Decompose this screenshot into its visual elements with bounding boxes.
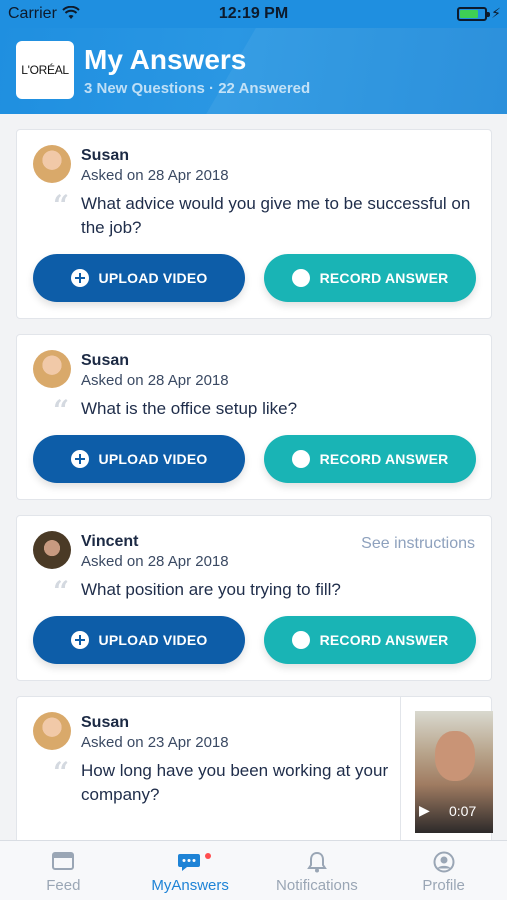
quote-icon: “ <box>53 756 70 789</box>
record-icon <box>291 450 310 468</box>
avatar <box>33 712 71 750</box>
tab-myanswers[interactable]: MyAnswers <box>127 841 254 900</box>
quote-icon: “ <box>53 189 70 222</box>
question-card: Susan Asked on 28 Apr 2018 “ What advice… <box>16 129 492 319</box>
asker-name: Vincent <box>81 533 139 550</box>
play-icon: ▶ <box>419 802 430 818</box>
avatar <box>33 145 71 183</box>
tab-notifications[interactable]: Notifications <box>254 841 381 900</box>
upload-video-button[interactable]: UPLOAD VIDEO <box>33 254 245 302</box>
bell-icon <box>307 851 327 878</box>
answered-question-card[interactable]: Susan Asked on 23 Apr 2018 “ How long ha… <box>16 696 493 847</box>
notification-dot <box>204 853 211 859</box>
upload-video-button[interactable]: UPLOAD VIDEO <box>33 435 245 483</box>
avatar <box>33 531 71 569</box>
asked-date: Asked on 23 Apr 2018 <box>81 734 229 751</box>
answer-video-thumbnail[interactable]: ▶ 0:07 <box>400 697 493 847</box>
question-text: What position are you trying to fill? <box>81 580 341 599</box>
page-title: My Answers <box>84 44 247 75</box>
upload-video-button[interactable]: UPLOAD VIDEO <box>33 616 245 664</box>
tab-feed[interactable]: Feed <box>0 841 127 900</box>
tab-profile[interactable]: Profile <box>380 841 507 900</box>
plus-circle-icon <box>70 450 89 468</box>
question-card: Vincent See instructions Asked on 28 Apr… <box>16 515 492 681</box>
record-answer-button[interactable]: RECORD ANSWER <box>264 435 476 483</box>
record-icon <box>291 269 310 287</box>
record-answer-button[interactable]: RECORD ANSWER <box>264 616 476 664</box>
record-answer-button[interactable]: RECORD ANSWER <box>264 254 476 302</box>
plus-circle-icon <box>70 269 89 287</box>
company-logo: L'ORÉAL <box>16 41 74 99</box>
clock: 12:19 PM <box>218 5 289 22</box>
tab-bar: Feed MyAnswers Notifications Profile <box>0 840 507 900</box>
question-text: How long have you been working at your c… <box>81 761 389 804</box>
plus-circle-icon <box>70 631 89 649</box>
see-instructions-link[interactable]: See instructions <box>361 535 475 553</box>
question-text: What advice would you give me to be succ… <box>81 194 471 237</box>
page-subtitle: 3 New Questions · 22 Answered <box>84 80 311 97</box>
quote-icon: “ <box>53 575 70 608</box>
feed-icon <box>52 851 75 876</box>
battery-icon <box>457 7 490 21</box>
page-header: L'ORÉAL My Answers 3 New Questions · 22 … <box>0 28 507 114</box>
record-icon <box>291 631 310 649</box>
video-duration: 0:07 <box>449 803 477 819</box>
asker-name: Susan <box>81 147 130 164</box>
asked-date: Asked on 28 Apr 2018 <box>81 372 229 389</box>
charging-icon: ⚡ <box>491 5 501 21</box>
asked-date: Asked on 28 Apr 2018 <box>81 167 229 184</box>
asker-name: Susan <box>81 352 130 369</box>
status-bar: Carrier 12:19 PM ⚡ <box>0 0 507 28</box>
question-text: What is the office setup like? <box>81 399 298 418</box>
profile-icon <box>433 851 455 878</box>
avatar <box>33 350 71 388</box>
question-card: Susan Asked on 28 Apr 2018 “ What is the… <box>16 334 492 500</box>
asked-date: Asked on 28 Apr 2018 <box>81 553 229 570</box>
chat-bubble-icon <box>178 851 202 878</box>
asker-name: Susan <box>81 714 130 731</box>
quote-icon: “ <box>53 394 70 427</box>
